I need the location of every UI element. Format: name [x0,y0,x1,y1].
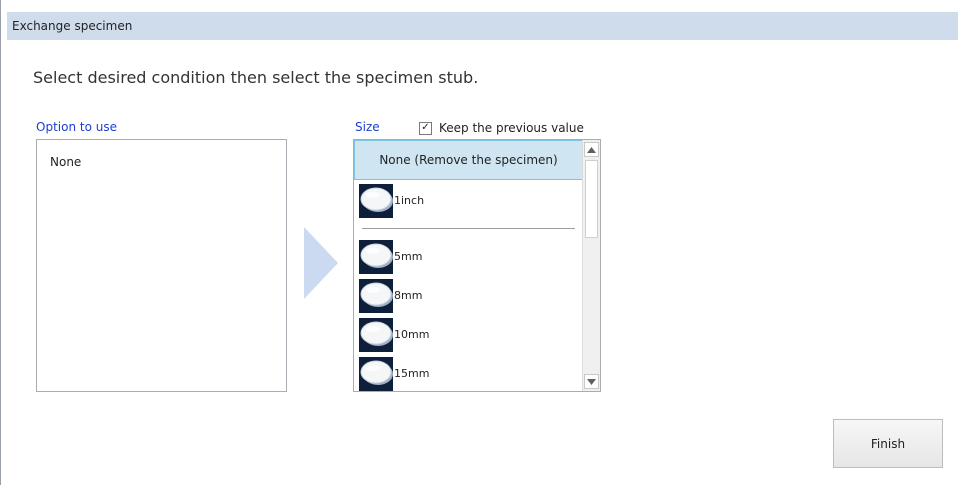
size-item-15mm[interactable]: 15mm [354,355,583,391]
option-list[interactable]: None [36,139,287,392]
dialog-title-bar: Exchange specimen [7,12,958,40]
option-to-use-label: Option to use [36,120,117,134]
size-item-1inch[interactable]: 1inch [354,182,583,220]
size-item-10mm[interactable]: 10mm [354,316,583,354]
keep-previous-value-label[interactable]: Keep the previous value [439,121,584,135]
size-item-label: 15mm [394,367,430,380]
keep-previous-value-checkbox[interactable]: ✓ Keep the previous value [419,120,584,136]
specimen-stub-icon [359,357,393,391]
scroll-up-button[interactable] [584,142,599,157]
size-item-label: 8mm [394,289,423,302]
checkbox-checked-icon[interactable]: ✓ [419,121,432,135]
option-item-none[interactable]: None [50,155,81,169]
scroll-thumb[interactable] [585,160,598,238]
size-item-5mm[interactable]: 5mm [354,238,583,276]
size-item-none-selected[interactable]: None (Remove the specimen) [354,140,583,180]
size-label: Size [355,120,380,134]
specimen-stub-icon [359,184,393,218]
finish-button[interactable]: Finish [833,419,943,468]
size-list-scrollbar[interactable] [582,140,600,391]
triangle-up-icon [587,146,596,153]
window-left-border [0,0,1,485]
size-list-items: None (Remove the specimen) 1inch 5mm 8mm [354,140,583,391]
list-divider [362,228,575,229]
size-item-label: 1inch [394,194,425,207]
specimen-stub-icon [359,279,393,313]
instruction-text: Select desired condition then select the… [33,68,479,87]
specimen-stub-icon [359,240,393,274]
scroll-down-button[interactable] [584,374,599,389]
dialog-title: Exchange specimen [12,19,133,33]
size-list[interactable]: None (Remove the specimen) 1inch 5mm 8mm [353,139,601,392]
size-item-label: 10mm [394,328,430,341]
triangle-down-icon [587,378,596,385]
size-item-8mm[interactable]: 8mm [354,277,583,315]
size-item-label: 5mm [394,250,423,263]
specimen-stub-icon [359,318,393,352]
next-step-arrow-icon [304,227,338,299]
